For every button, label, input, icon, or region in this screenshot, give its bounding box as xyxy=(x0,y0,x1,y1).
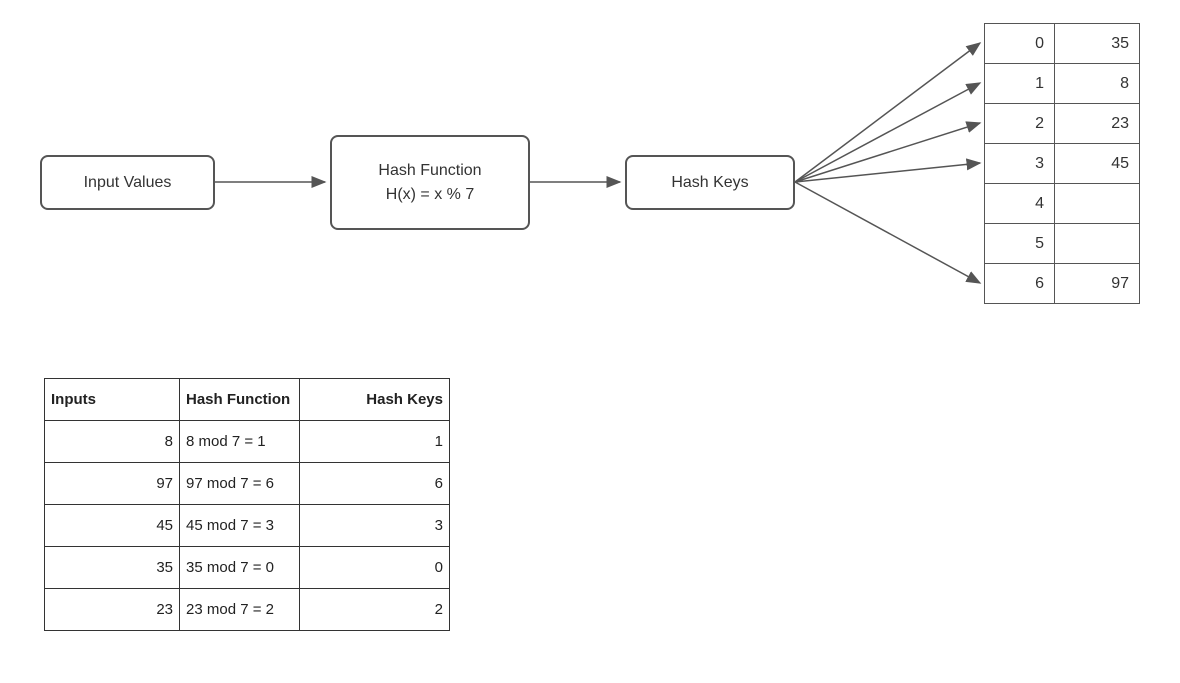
arrow-to-bucket-3 xyxy=(795,163,980,182)
bucket-value: 8 xyxy=(1055,64,1140,104)
bucket-index: 5 xyxy=(985,224,1055,264)
calculation-table: Inputs Hash Function Hash Keys 8 8 mod 7… xyxy=(44,378,450,631)
arrow-to-bucket-0 xyxy=(795,43,980,182)
calc-input: 23 xyxy=(45,589,180,631)
bucket-index: 1 xyxy=(985,64,1055,104)
calc-fn: 23 mod 7 = 2 xyxy=(180,589,300,631)
table-row: 35 35 mod 7 = 0 0 xyxy=(45,547,450,589)
table-header-row: Inputs Hash Function Hash Keys xyxy=(45,379,450,421)
bucket-index: 2 xyxy=(985,104,1055,144)
calc-key: 0 xyxy=(300,547,450,589)
table-row: 0 35 xyxy=(985,24,1140,64)
bucket-index: 3 xyxy=(985,144,1055,184)
header-inputs: Inputs xyxy=(45,379,180,421)
calc-key: 3 xyxy=(300,505,450,547)
table-row: 45 45 mod 7 = 3 3 xyxy=(45,505,450,547)
calc-fn: 45 mod 7 = 3 xyxy=(180,505,300,547)
hash-function-label-line1: Hash Function xyxy=(378,159,481,183)
calc-input: 97 xyxy=(45,463,180,505)
calc-input: 8 xyxy=(45,421,180,463)
hash-function-label-line2: H(x) = x % 7 xyxy=(386,183,474,207)
bucket-value: 35 xyxy=(1055,24,1140,64)
calc-key: 6 xyxy=(300,463,450,505)
bucket-value: 45 xyxy=(1055,144,1140,184)
table-row: 4 xyxy=(985,184,1140,224)
calc-input: 35 xyxy=(45,547,180,589)
table-row: 97 97 mod 7 = 6 6 xyxy=(45,463,450,505)
table-row: 5 xyxy=(985,224,1140,264)
table-row: 6 97 xyxy=(985,264,1140,304)
table-row: 8 8 mod 7 = 1 1 xyxy=(45,421,450,463)
calc-key: 2 xyxy=(300,589,450,631)
header-hashfn: Hash Function xyxy=(180,379,300,421)
hash-keys-box: Hash Keys xyxy=(625,155,795,210)
calc-key: 1 xyxy=(300,421,450,463)
hash-function-box: Hash Function H(x) = x % 7 xyxy=(330,135,530,230)
calc-input: 45 xyxy=(45,505,180,547)
input-values-box: Input Values xyxy=(40,155,215,210)
arrow-to-bucket-1 xyxy=(795,83,980,182)
hash-keys-label: Hash Keys xyxy=(671,174,748,192)
header-hashkeys: Hash Keys xyxy=(300,379,450,421)
bucket-value: 23 xyxy=(1055,104,1140,144)
input-values-label: Input Values xyxy=(84,174,172,192)
bucket-value: 97 xyxy=(1055,264,1140,304)
hash-bucket-table: 0 35 1 8 2 23 3 45 4 5 6 97 xyxy=(984,23,1140,304)
calc-fn: 8 mod 7 = 1 xyxy=(180,421,300,463)
bucket-index: 0 xyxy=(985,24,1055,64)
bucket-index: 6 xyxy=(985,264,1055,304)
table-row: 2 23 xyxy=(985,104,1140,144)
bucket-value xyxy=(1055,224,1140,264)
arrow-to-bucket-6 xyxy=(795,182,980,283)
table-row: 23 23 mod 7 = 2 2 xyxy=(45,589,450,631)
table-row: 3 45 xyxy=(985,144,1140,184)
calc-fn: 35 mod 7 = 0 xyxy=(180,547,300,589)
calc-fn: 97 mod 7 = 6 xyxy=(180,463,300,505)
bucket-value xyxy=(1055,184,1140,224)
bucket-index: 4 xyxy=(985,184,1055,224)
table-row: 1 8 xyxy=(985,64,1140,104)
arrow-to-bucket-2 xyxy=(795,123,980,182)
